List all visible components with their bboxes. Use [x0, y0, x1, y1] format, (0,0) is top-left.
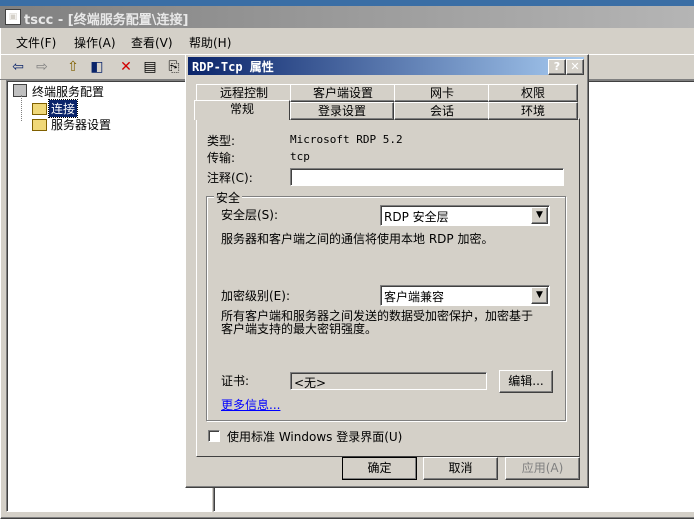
encryption-level-label: 加密级别(E): [221, 289, 290, 303]
computer-icon [13, 84, 27, 97]
security-layer-description: 服务器和客户端之间的通信将使用本地 RDP 加密。 [221, 232, 494, 246]
certificate-label: 证书: [221, 374, 250, 388]
menu-bar: 文件(F) 操作(A) 查看(V) 帮助(H) [0, 30, 694, 52]
help-button[interactable]: ? [548, 59, 566, 75]
encryption-level-value: 客户端兼容 [384, 290, 445, 304]
app-icon: ▣ [5, 9, 21, 25]
tab-environment[interactable]: 环境 [488, 102, 578, 120]
standard-logon-checkbox[interactable] [208, 430, 220, 442]
standard-logon-checkbox-label[interactable]: 使用标准 Windows 登录界面(U) [227, 428, 402, 445]
cancel-button[interactable]: 取消 [423, 457, 498, 480]
folder-open-icon [32, 103, 47, 115]
encryption-description-line2: 客户端支持的最大密钥强度。 [221, 322, 378, 336]
delete-icon[interactable]: ✕ [116, 57, 136, 77]
apply-button[interactable]: 应用(A) [505, 457, 580, 480]
properties-icon[interactable]: ▤ [140, 57, 160, 77]
tree-item-server-settings[interactable]: 服务器设置 [51, 116, 111, 133]
dropdown-arrow-icon[interactable]: ▼ [531, 287, 548, 304]
forward-arrow-icon[interactable]: ⇨ [32, 57, 52, 77]
encryption-level-select[interactable]: 客户端兼容 ▼ [380, 285, 550, 306]
tab-client-settings[interactable]: 客户端设置 [290, 84, 396, 102]
tree-line [21, 95, 23, 121]
tree-root[interactable]: 终端服务配置 [32, 83, 104, 100]
menu-action[interactable]: 操作(A) [74, 34, 116, 51]
ok-button[interactable]: 确定 [342, 457, 417, 480]
transport-label: 传输: [207, 151, 236, 165]
dialog-title-bar[interactable]: RDP-Tcp 属性 ? ✕ [188, 57, 584, 75]
tree-item-connections[interactable]: 连接 [47, 99, 79, 118]
security-layer-value: RDP 安全层 [384, 210, 449, 224]
more-info-link[interactable]: 更多信息... [221, 396, 280, 413]
folder-icon [32, 119, 47, 131]
tab-general[interactable]: 常规 [194, 100, 290, 120]
show-tree-icon[interactable]: ◧ [87, 57, 107, 77]
menu-help[interactable]: 帮助(H) [189, 34, 231, 51]
security-group-label: 安全 [214, 189, 243, 206]
menu-file[interactable]: 文件(F) [16, 34, 56, 51]
edit-certificate-button[interactable]: 编辑... [499, 370, 553, 393]
back-arrow-icon[interactable]: ⇦ [8, 57, 28, 77]
menu-view[interactable]: 查看(V) [131, 34, 173, 51]
tree-pane: 终端服务配置 连接 服务器设置 [6, 80, 212, 512]
comment-label: 注释(C): [207, 171, 253, 185]
comment-input[interactable] [290, 168, 564, 186]
security-layer-label: 安全层(S): [221, 208, 279, 222]
up-folder-icon[interactable]: ⇧ [63, 57, 83, 77]
type-value: Microsoft RDP 5.2 [290, 133, 403, 146]
main-window-title: tscc - [终端服务配置\连接] [24, 13, 189, 28]
tab-logon-settings[interactable]: 登录设置 [290, 102, 394, 120]
dialog-title: RDP-Tcp 属性 [192, 60, 274, 74]
export-icon[interactable]: ⎘ [164, 57, 184, 77]
tab-network-adapter[interactable]: 网卡 [394, 84, 490, 102]
close-button[interactable]: ✕ [566, 59, 584, 75]
dropdown-arrow-icon[interactable]: ▼ [531, 207, 548, 224]
tab-sessions[interactable]: 会话 [394, 102, 490, 120]
transport-value: tcp [290, 150, 310, 163]
main-title-bar[interactable]: ▣ tscc - [终端服务配置\连接] [0, 6, 694, 28]
certificate-value: <无> [294, 376, 327, 390]
type-label: 类型: [207, 134, 236, 148]
tab-permissions[interactable]: 权限 [488, 84, 578, 102]
certificate-field: <无> [290, 372, 487, 390]
security-layer-select[interactable]: RDP 安全层 ▼ [380, 205, 550, 226]
